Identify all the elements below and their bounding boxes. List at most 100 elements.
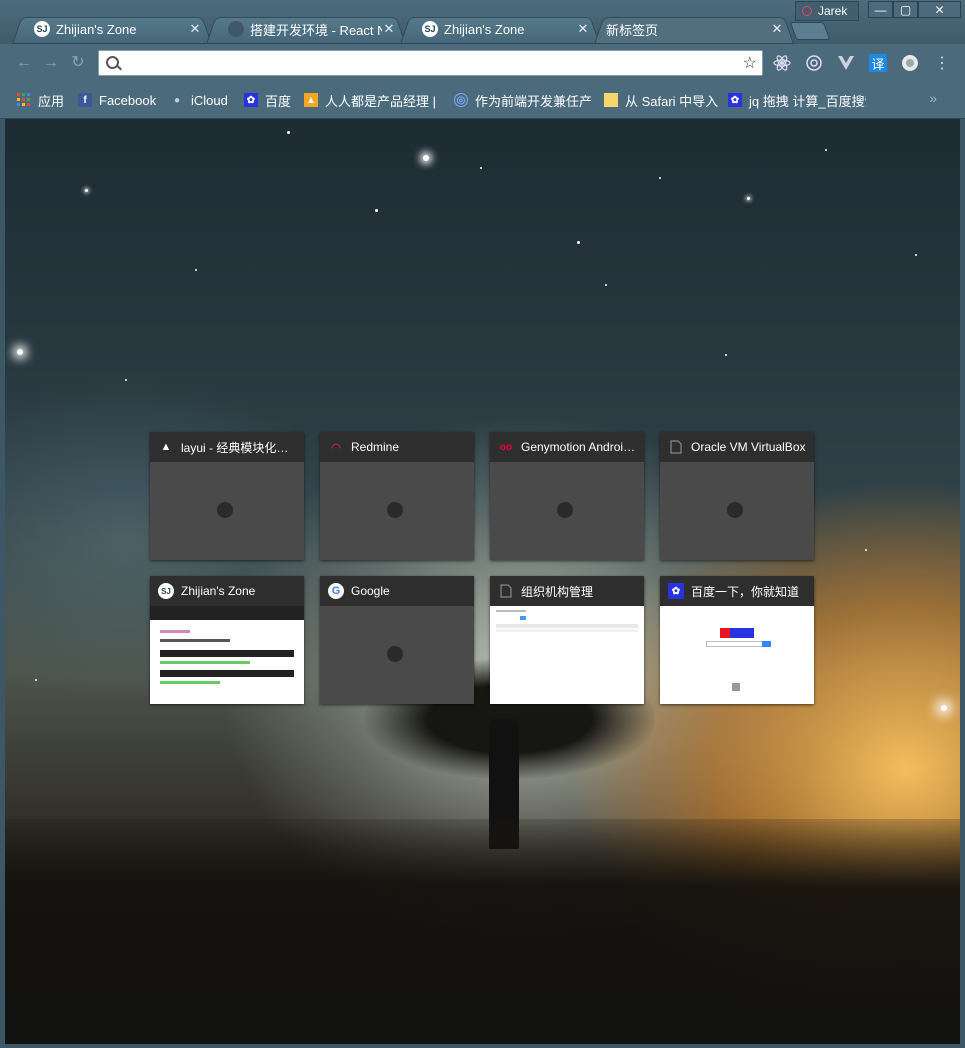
zhijian-favicon-icon: SJ (34, 21, 50, 37)
browser-window: SJ Zhijian's Zone ✕ 搭建开发环境 - React Nativ… (0, 0, 965, 1048)
star (605, 284, 607, 286)
tab-close-icon[interactable]: ✕ (382, 21, 396, 37)
apps-grid-icon (17, 93, 31, 107)
translate-extension-icon[interactable]: 译 (869, 54, 887, 72)
react-devtools-extension-icon[interactable] (773, 54, 791, 72)
vue-devtools-extension-icon[interactable] (837, 54, 855, 72)
baidu-paw-icon: ✿ (244, 93, 258, 107)
tab-close-icon[interactable]: ✕ (188, 21, 202, 37)
star (195, 269, 197, 271)
tile-title: layui - 经典模块化前端框架 (181, 440, 304, 455)
layui-icon: ▲ (160, 441, 172, 453)
maximize-button[interactable]: ▢ (893, 1, 918, 18)
folder-icon (604, 93, 618, 107)
zhijian-favicon-icon: SJ (422, 21, 438, 37)
thumbnail-placeholder (387, 502, 403, 518)
tab-close-icon[interactable]: ✕ (770, 21, 784, 37)
page-icon (498, 583, 514, 599)
tab-zhijian-2[interactable]: SJ Zhijian's Zone ✕ (400, 14, 600, 44)
tile-title: Oracle VM VirtualBox (691, 440, 806, 454)
toolbar: ← → ↻ ☆ 译 ⋮ (0, 44, 965, 82)
grass-field (5, 819, 960, 1044)
back-button[interactable]: ← (14, 53, 34, 73)
tile-thumbnail (490, 606, 644, 704)
most-visited-tile-baidu[interactable]: ✿ 百度一下，你就知道 (660, 576, 814, 704)
bookmark-label: 从 Safari 中导入 (625, 93, 719, 109)
most-visited-tile-genymotion[interactable]: oo Genymotion Android Emulator (490, 432, 644, 560)
star (747, 197, 750, 200)
page-icon (668, 439, 684, 455)
bookmark-label: 作为前端开发兼任产品… (475, 93, 592, 109)
bookmark-jq-drag[interactable]: ✿ jq 拖拽 计算_百度搜索 (728, 91, 866, 109)
thumbnail-placeholder (727, 502, 743, 518)
menu-icon[interactable]: ⋮ (933, 54, 951, 72)
tab-title: 新标签页 (606, 22, 659, 38)
star (17, 349, 23, 355)
address-bar[interactable]: ☆ (98, 50, 763, 76)
tab-new-tab[interactable]: 新标签页 ✕ (594, 14, 794, 44)
bookmark-star-icon[interactable]: ☆ (742, 53, 757, 73)
most-visited-tile-google[interactable]: G Google (320, 576, 474, 704)
tab-close-icon[interactable]: ✕ (576, 21, 590, 37)
star (125, 379, 127, 381)
new-tab-button[interactable] (789, 22, 831, 40)
profile-button[interactable]: Jarek (795, 1, 859, 21)
facebook-icon: f (78, 93, 92, 107)
woshipm-icon: ▲ (304, 93, 318, 107)
star (725, 354, 727, 356)
star (577, 241, 580, 244)
thumbnail-placeholder (557, 502, 573, 518)
baidu-paw-icon: ✿ (668, 583, 684, 599)
tile-title: Redmine (351, 440, 400, 454)
most-visited-tile-org-management[interactable]: 组织机构管理 (490, 576, 644, 704)
tile-title: Zhijian's Zone (181, 584, 256, 598)
tile-title: 百度一下，你就知道 (691, 584, 800, 599)
reload-button[interactable]: ↻ (68, 53, 88, 73)
star (480, 167, 482, 169)
baidu-paw-icon: ✿ (728, 93, 742, 107)
profile-name: Jarek (818, 4, 848, 18)
tab-zhijian-1[interactable]: SJ Zhijian's Zone ✕ (12, 14, 212, 44)
bookmarks-overflow-button[interactable]: » (929, 90, 937, 106)
circle-extension-icon[interactable] (901, 54, 919, 72)
address-input[interactable] (123, 54, 727, 74)
star (287, 131, 290, 134)
tab-react-native[interactable]: 搭建开发环境 - React Native 中文网 ✕ (206, 14, 406, 44)
forward-button[interactable]: → (41, 53, 61, 73)
globe-icon: ◎ (454, 93, 468, 107)
tile-title: Genymotion Android Emulator (521, 440, 644, 454)
bookmark-facebook[interactable]: f Facebook (78, 91, 156, 109)
thumbnail-placeholder (217, 502, 233, 518)
star (35, 679, 37, 681)
star (659, 177, 661, 179)
bookmark-label: 人人都是产品经理 | 产品经理… (325, 93, 440, 109)
star (825, 149, 827, 151)
bookmark-frontend-pm[interactable]: ◎ 作为前端开发兼任产品… (454, 91, 592, 109)
bookmark-safari-import[interactable]: 从 Safari 中导入 (604, 91, 718, 109)
most-visited-tile-redmine[interactable]: ◠ Redmine (320, 432, 474, 560)
tile-title: Google (351, 584, 390, 598)
bookmark-label: 应用 (38, 93, 65, 109)
star (423, 155, 429, 161)
bookmark-icloud[interactable]: ● iCloud (170, 91, 228, 109)
most-visited-tile-zhijian[interactable]: SJ Zhijian's Zone (150, 576, 304, 704)
tab-title: Zhijian's Zone (444, 21, 525, 37)
close-window-button[interactable]: ✕ (918, 1, 961, 18)
bookmark-baidu[interactable]: ✿ 百度 (244, 91, 291, 109)
tile-thumbnail (660, 606, 814, 704)
apple-icon: ● (173, 94, 181, 106)
react-native-favicon-icon (228, 21, 244, 37)
most-visited-tile-virtualbox[interactable]: Oracle VM VirtualBox (660, 432, 814, 560)
target-extension-icon[interactable] (805, 54, 823, 72)
bookmark-label: Facebook (99, 92, 157, 108)
star (865, 549, 867, 551)
minimize-button[interactable]: — (868, 1, 893, 18)
bookmark-apps[interactable]: 应用 (17, 91, 64, 109)
bookmark-woshipm[interactable]: ▲ 人人都是产品经理 | 产品经理… (304, 91, 440, 109)
bookmark-label: jq 拖拽 计算_百度搜索 (749, 93, 866, 109)
tab-title: 搭建开发环境 - React Native 中文网 (250, 22, 382, 38)
most-visited-tile-layui[interactable]: ▲ layui - 经典模块化前端框架 (150, 432, 304, 560)
redmine-icon: ◠ (331, 441, 341, 454)
bookmark-label: iCloud (191, 92, 228, 108)
star (941, 705, 947, 711)
